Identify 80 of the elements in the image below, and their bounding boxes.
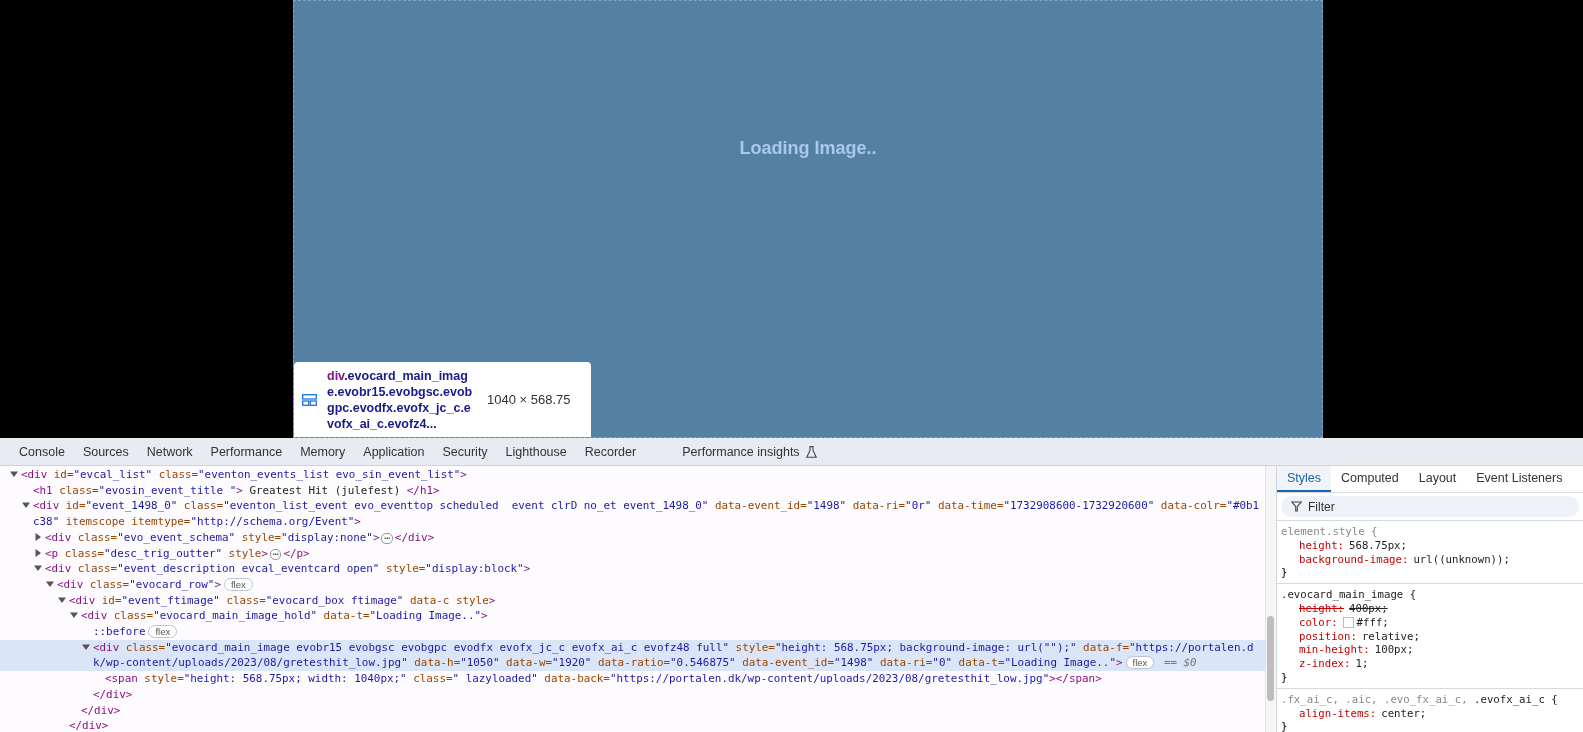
css-value: center;: [1381, 706, 1427, 721]
devtools-tab[interactable]: Memory: [291, 437, 355, 466]
code-line: c38" itemscope itemtype="http://schema.org/Event">: [33, 515, 361, 529]
code-line: <p class="desc_trig_outter" style>: [45, 546, 268, 560]
grid-layout-icon: [302, 393, 317, 406]
collapsed-arrow-icon[interactable]: [34, 532, 42, 541]
css-value: 568.75px;: [1349, 538, 1407, 553]
devtools-tab[interactable]: Console: [10, 437, 74, 466]
expanded-arrow-icon[interactable]: [46, 579, 54, 588]
styles-tab[interactable]: Computed: [1331, 466, 1409, 492]
closing-tag: </div>: [93, 687, 133, 701]
expanded-arrow-icon[interactable]: [10, 470, 18, 478]
styles-tab[interactable]: Event Listeners: [1466, 466, 1573, 492]
flex-badge[interactable]: flex: [1125, 656, 1155, 670]
code-line: ::before: [93, 625, 146, 639]
flex-badge[interactable]: flex: [148, 625, 178, 639]
css-property: background-image:: [1299, 552, 1409, 567]
flask-icon: [805, 445, 817, 458]
code-line: <div class="evocard_main_image_hold" data-t="Loading Image..">: [81, 609, 488, 623]
code-line: <span style="height: 568.75px; width: 1040px;" class=" lazyloaded" data-back="https://portalen.dk/wp-content/uploads/2023/08/gretesthit_low.jpg"></span>: [105, 672, 1102, 686]
expanded-arrow-icon[interactable]: [58, 595, 66, 604]
collapsed-arrow-icon[interactable]: [34, 548, 42, 557]
closing-brace: }: [1281, 566, 1288, 580]
css-property: color:: [1299, 615, 1338, 630]
closing-brace: }: [1281, 720, 1288, 732]
collapsed-content-badge[interactable]: ⋯: [269, 548, 282, 560]
console-reference: == $0: [1163, 656, 1197, 670]
css-property: position:: [1299, 629, 1357, 644]
devtools-tab[interactable]: Lighthouse: [496, 437, 576, 466]
css-value: 400px;: [1349, 602, 1388, 616]
flex-badge[interactable]: flex: [223, 577, 253, 591]
css-value: url((unknown));: [1413, 552, 1510, 567]
code-line: <div class="evo_event_schema" style="display:none">: [45, 530, 380, 544]
devtools-tab[interactable]: Security: [433, 437, 497, 466]
css-selector: .evocard_main_image {: [1281, 588, 1417, 602]
element-size: 1040 × 568.75: [487, 392, 571, 407]
code-line: <h1 class="evosin_event_title "> Greatest Hit (julefest) </h1>: [33, 483, 440, 497]
styles-tab[interactable]: Layout: [1408, 466, 1467, 492]
devtools-tab[interactable]: Application: [354, 437, 434, 466]
css-property: align-items:: [1299, 706, 1377, 721]
closing-tag: </div>: [81, 703, 121, 717]
filter-field[interactable]: Filter: [1281, 496, 1579, 517]
css-selector: element.style {: [1281, 525, 1378, 538]
css-property: height:: [1299, 602, 1345, 616]
code-line: </div>: [394, 530, 435, 544]
code-line: <div id="event_1498_0" class="eventon_list_event evo_eventtop scheduled event clrD no_et event_1498_0" data-event_id="1498" data-ri="0r" data-time="1732908600-1732920600" data-colr="#0b1: [33, 499, 1260, 513]
code-line: <div class="evocard_row">: [57, 577, 221, 591]
closing-brace: }: [1281, 670, 1288, 684]
expanded-arrow-icon[interactable]: [82, 642, 90, 651]
code-line: <div class="event_description evcal_eventcard open" style="display:block">: [45, 562, 531, 576]
code-line: <div class="evocard_main_image evobr15 evobgsc evobgpc evodfx evofx_jc_c evofx_ai_c evofz48 full" style="height: 568.75px; background-image: url("");" data-f="https://portalen.d: [93, 640, 1254, 654]
css-selector: .evofx_ai_c {: [1474, 692, 1558, 706]
expanded-arrow-icon[interactable]: [70, 611, 78, 620]
devtools-tab[interactable]: Network: [137, 437, 202, 466]
css-value: 100px;: [1374, 643, 1414, 658]
css-property: z-index:: [1299, 657, 1351, 671]
css-property: height:: [1299, 538, 1345, 553]
code-line: k/wp-content/uploads/2023/08/gretesthit_low.jpg" data-h="1050" data-w="1920" data-ratio="0.546875" data-event_id="1498" data-ri="0" data-t="Loading Image..">: [93, 656, 1123, 670]
code-line: <div id="evcal_list" class="eventon_events_list evo_sin_event_list">: [21, 468, 467, 481]
styles-tab[interactable]: Styles: [1277, 466, 1332, 492]
devtools-tab[interactable]: Sources: [73, 437, 138, 466]
loading-text: Loading Image..: [739, 137, 877, 159]
css-value: relative;: [1361, 629, 1420, 644]
expanded-arrow-icon[interactable]: [22, 501, 30, 510]
selected-row[interactable]: [0, 639, 1265, 672]
color-swatch[interactable]: [1342, 617, 1354, 629]
css-selector: .fx_ai_c, .aic, .evo_fx_ai_c,: [1281, 692, 1469, 706]
closing-tag: </div>: [69, 719, 109, 732]
code-line: <div id="event_ftimage" class="evocard_box ftimage" data-c style>: [69, 593, 496, 607]
css-value: 1;: [1355, 657, 1369, 671]
expanded-arrow-icon[interactable]: [34, 564, 42, 573]
devtools-tab[interactable]: Performance: [201, 437, 292, 466]
css-property: min-height:: [1299, 643, 1370, 658]
scrollbar[interactable]: [1265, 466, 1276, 732]
element-selector: div.evocard_main_image.evobr15.evobgsc.evobgpc.evodfx.evofx_jc_c.evofx_ai_c.evofz4...: [327, 367, 474, 432]
devtools-tab[interactable]: Recorder: [575, 437, 646, 466]
devtools-tab[interactable]: Performance insights: [673, 437, 826, 466]
code-line: </p>: [283, 546, 310, 560]
collapsed-content-badge[interactable]: ⋯: [381, 532, 393, 544]
css-value: #fff;: [1356, 615, 1389, 630]
